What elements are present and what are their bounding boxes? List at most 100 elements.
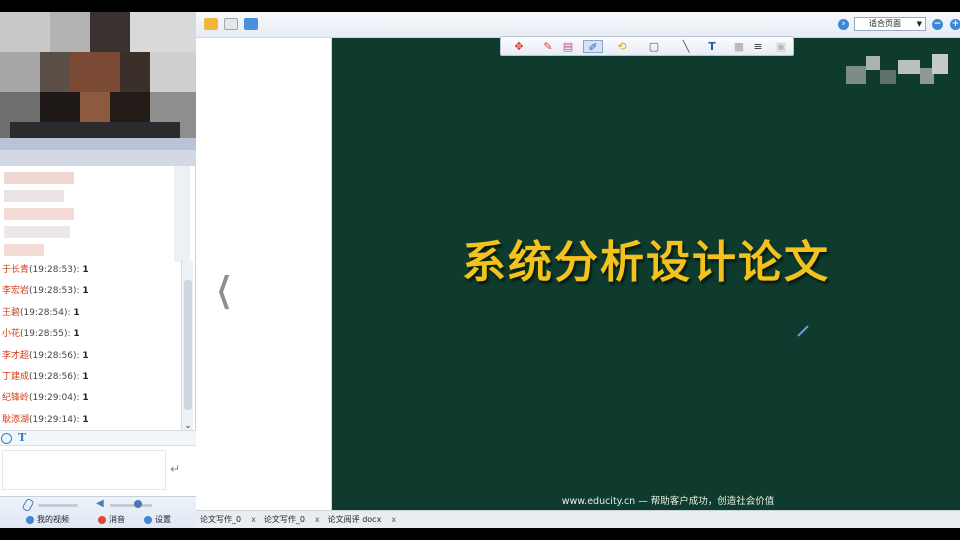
line-tool-icon[interactable]: ╲ [675,40,697,53]
blurred-logo [846,52,950,86]
chat-sender: 王碧 [2,307,21,318]
chat-text: 1 [82,414,89,425]
user-info-bar-2 [0,150,196,166]
pen-cursor-icon [797,325,809,337]
chat-text: 1 [82,350,89,361]
chat-sender: 小花 [2,329,21,340]
gear-icon [144,515,152,524]
document-toolbar: › 适合页面 ▼ − + [196,12,960,38]
emoji-icon[interactable] [1,433,12,444]
chat-text: 1 [82,371,89,382]
zoom-out-icon[interactable]: − [932,19,943,30]
chat-toolbar: T [0,430,196,446]
rectangle-tool-icon[interactable]: ▢ [645,40,663,53]
new-document-icon[interactable] [224,18,238,30]
pointer-tool-icon[interactable]: ✥ [511,40,527,53]
user-info-bar [0,138,196,150]
scroll-thumb[interactable] [184,280,192,410]
settings-label: 设置 [155,515,171,524]
presentation-slide: 系统分析设计论文 www.educity.cn — 帮助客户成功，创造社会价值 [332,38,960,510]
tab-label: 论文写作_0 [263,515,305,524]
page-gutter: ❮ [196,38,332,510]
microphone-icon[interactable] [21,497,35,513]
chat-message: 于长青(19:28:53): 1 [0,260,181,281]
chat-sender: 于长青 [2,265,30,275]
pen-tool-icon[interactable]: ✎ [541,40,555,53]
highlighter-tool-icon[interactable]: ▤ [561,40,575,53]
clear-tool-icon[interactable]: ▣ [775,40,787,53]
chat-message: 耿添湖(19:29:14): 1 [0,410,181,431]
line-width-icon[interactable]: ≡ [751,40,765,53]
chat-message: 李宏岩(19:28:53): 1 [0,281,181,302]
chat-message: 小花(19:28:55): 1 [0,324,181,345]
chat-text: 1 [73,307,80,318]
blurred-user-list [0,166,196,262]
page-info-icon[interactable]: › [838,19,849,30]
tab-label: 论文阅评 docx [327,515,382,524]
chat-time: (19:29:14): [29,414,80,425]
settings-button[interactable]: 设置 [144,514,171,525]
chat-text: 1 [82,286,89,297]
media-controls: ◀ 我的视频 消音 设置 [0,496,196,528]
chat-message: 王碧(19:28:54): 1 [0,303,181,324]
chat-message: 丁建成(19:28:56): 1 [0,367,181,388]
slide-footer: www.educity.cn — 帮助客户成功，创造社会价值 [561,496,775,507]
chat-time: (19:28:53): [29,286,80,297]
document-tab[interactable]: 论文写作_0 x [260,511,324,528]
chat-input[interactable] [2,450,166,490]
slide-title: 系统分析设计论文 [462,237,830,288]
chat-time: (19:29:04): [29,393,80,404]
chat-message: 李才超(19:28:56): 1 [0,346,181,367]
my-video-label: 我的视频 [37,515,69,524]
close-icon[interactable]: x [251,511,256,528]
chat-sender: 耿添湖 [2,414,30,425]
eraser-tool-icon[interactable]: ⟲ [613,40,631,53]
chat-sender: 纪锋岭 [2,393,30,404]
close-icon[interactable]: x [391,511,396,528]
fill-tool-icon[interactable]: ■ [733,40,745,53]
chat-time: (19:28:56): [29,350,80,361]
chat-sender: 李宏岩 [2,286,30,297]
chat-sender: 李才超 [2,350,30,361]
previous-page-arrow-icon[interactable]: ❮ [216,270,232,310]
mute-button[interactable]: 消音 [98,514,125,525]
open-folder-icon[interactable] [204,18,218,30]
chat-message: 纪锋岭(19:29:04): 1 [0,388,181,409]
zoom-in-icon[interactable]: + [950,19,960,30]
chat-time: (19:28:56): [29,371,80,382]
app-window: 于长青(19:28:53): 1 李宏岩(19:28:53): 1 王碧(19:28… [0,12,960,528]
zoom-mode-value: 适合页面 [869,19,901,28]
text-tool-icon[interactable]: T [705,40,719,53]
marker-tool-icon[interactable]: ✐ [583,40,603,54]
tab-label: 论文写作_0 [200,515,242,524]
chat-text: 1 [73,329,80,340]
chat-scrollbar[interactable]: ⌄ [181,260,193,432]
chat-message-list: 于长青(19:28:53): 1 李宏岩(19:28:53): 1 王碧(19:28… [0,260,181,425]
mute-label: 消音 [109,515,125,524]
left-panel: 于长青(19:28:53): 1 李宏岩(19:28:53): 1 王碧(19:28… [0,12,196,528]
zoom-mode-select[interactable]: 适合页面 ▼ [854,17,926,31]
send-icon[interactable]: ↵ [170,462,180,476]
annotation-toolbar: ✥ ✎ ▤ ✐ ⟲ ▢ ╲ T ■ ≡ ▣ [500,36,794,56]
webcam-video [0,12,196,138]
speaker-volume-slider[interactable] [110,504,152,507]
chat-text: 1 [82,265,89,275]
close-icon[interactable]: x [315,511,320,528]
chat-input-area: ↵ [0,446,196,496]
my-video-button[interactable]: 我的视频 [26,514,69,525]
chat-time: (19:28:55): [20,329,71,340]
text-format-icon[interactable]: T [18,431,26,444]
chevron-down-icon: ▼ [916,20,922,28]
document-tab[interactable]: 论文阅评 docx x [324,511,400,528]
chat-time: (19:28:54): [20,307,71,318]
speaker-volume-knob[interactable] [134,500,142,508]
video-icon [26,515,34,524]
chat-time: (19:28:53): [29,265,80,275]
mute-icon [98,515,106,524]
speaker-icon[interactable]: ◀ [96,499,106,509]
document-tab[interactable]: 论文写作_0 x [196,511,260,528]
chat-text: 1 [82,393,89,404]
mic-volume-slider[interactable] [38,504,78,507]
chat-sender: 丁建成 [2,371,30,382]
share-icon[interactable] [244,18,258,30]
